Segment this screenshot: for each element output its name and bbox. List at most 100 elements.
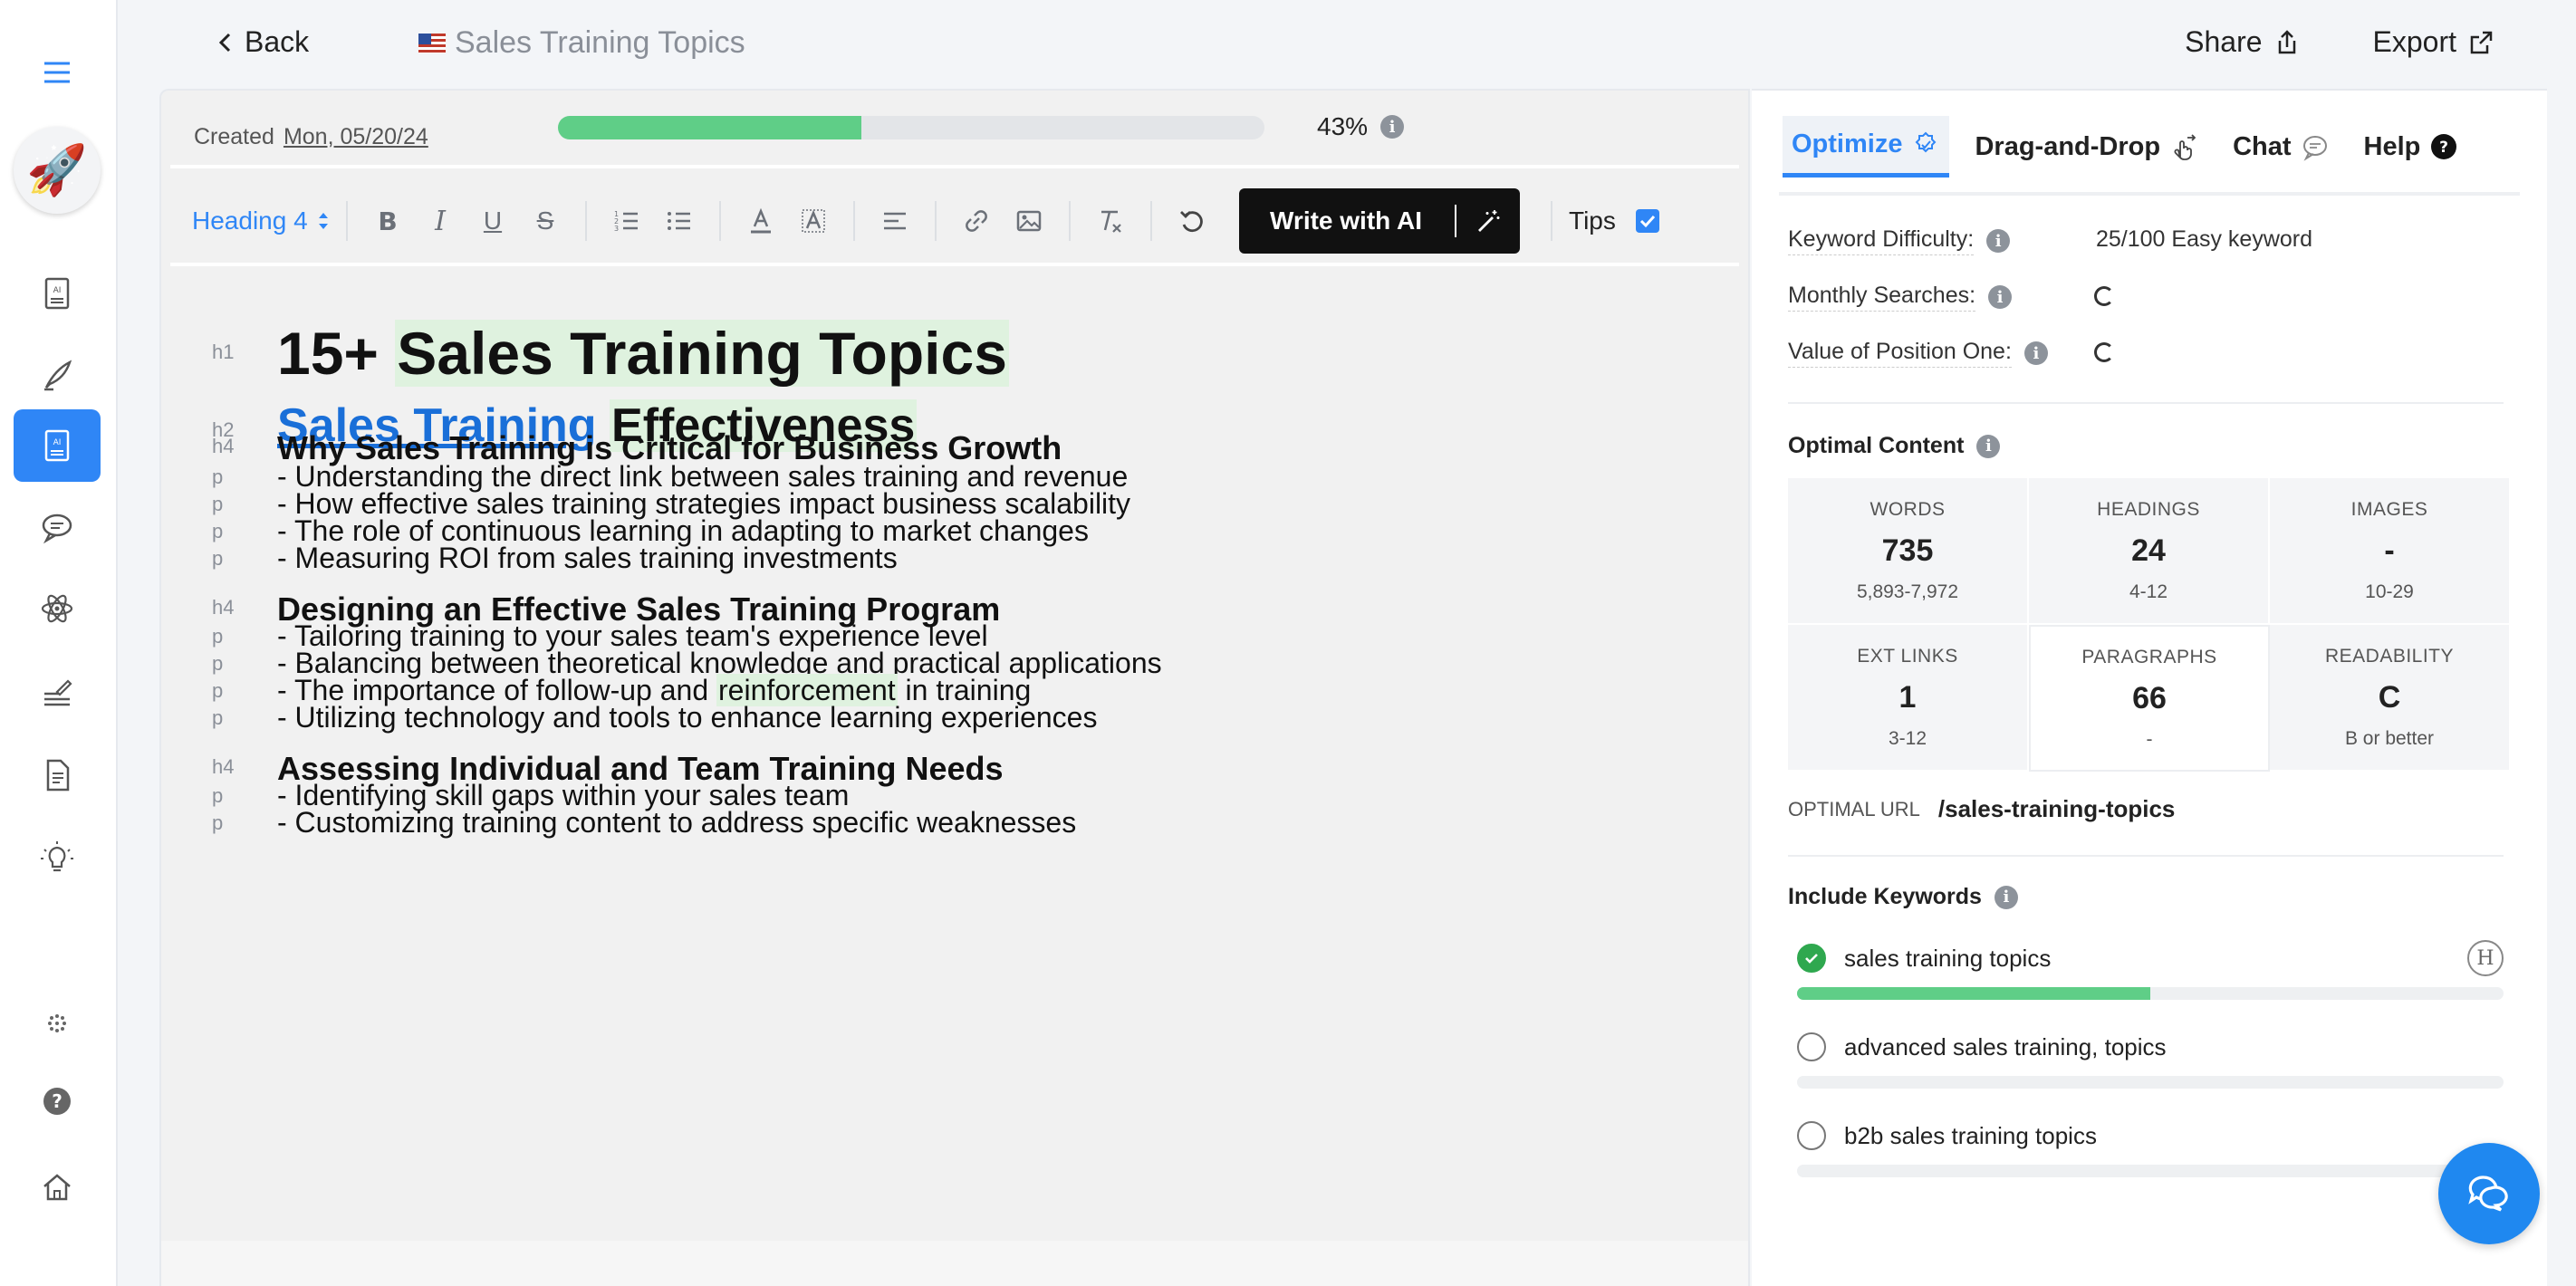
tips-checkbox[interactable] (1635, 209, 1659, 233)
tab-help[interactable]: Help ? (2355, 116, 2468, 178)
clear-format-icon[interactable] (1096, 206, 1125, 235)
ordered-list-icon[interactable]: 123 (612, 206, 641, 235)
tips-toggle[interactable]: Tips (1551, 201, 1659, 241)
keyword-item[interactable]: advanced sales training, topics (1797, 1029, 2504, 1089)
undo-icon[interactable] (1177, 206, 1206, 235)
info-icon[interactable]: i (1976, 434, 2001, 458)
metric-value: C (2378, 679, 2401, 715)
created-date[interactable]: Mon, 05/20/24 (284, 124, 428, 150)
tab-optimize[interactable]: Optimize (1783, 116, 1950, 178)
help-icon: ? (2431, 134, 2457, 159)
block-tag-label: p (212, 652, 224, 675)
menu-icon[interactable] (14, 36, 101, 109)
keyword-text: sales training topics (1844, 944, 2052, 972)
created-label: Created (194, 123, 274, 149)
highlight-color-icon[interactable] (799, 206, 828, 235)
document-title: Sales Training Topics (418, 25, 745, 61)
bullet-list-icon[interactable] (665, 206, 694, 235)
paragraph-text: - Measuring ROI from sales training inve… (277, 542, 898, 574)
home-icon[interactable] (14, 1150, 101, 1223)
panel-tabs: Optimize Drag-and-Drop Chat Help ? (1783, 116, 2547, 178)
keyword-progress (1797, 1165, 2504, 1177)
text-segment: 15+ (277, 320, 396, 387)
link-icon[interactable] (962, 206, 991, 235)
heading-badge-icon: H (2467, 940, 2504, 976)
editor-panel: Created Mon, 05/20/24 43% i Heading 4 B … (159, 89, 1750, 1286)
chat-bubbles-icon[interactable] (14, 491, 101, 563)
info-icon[interactable]: i (2023, 341, 2048, 365)
info-icon[interactable]: i (1380, 115, 1405, 139)
chat-support-button[interactable] (2438, 1143, 2540, 1244)
metric-value: 66 (2132, 680, 2167, 715)
align-icon[interactable] (880, 206, 909, 235)
image-icon[interactable] (1014, 206, 1043, 235)
top-bar: Back Sales Training Topics Share Export (118, 0, 2576, 89)
keyword-difficulty-value: 25/100 Easy keyword (2096, 226, 2313, 252)
content-score-progress (558, 116, 1264, 139)
optimization-panel: Optimize Drag-and-Drop Chat Help ? Keywo… (1752, 89, 2547, 1286)
ai-document-icon[interactable]: AI (14, 257, 101, 330)
metric-range: 3-12 (1888, 727, 1927, 749)
heading-select[interactable]: Heading 4 (192, 206, 346, 235)
monthly-searches: Monthly Searches: i (1788, 283, 2013, 312)
metric-label: READABILITY (2324, 645, 2455, 667)
keyword-text: advanced sales training, topics (1844, 1032, 2167, 1060)
metric-ext-links: EXT LINKS 1 3-12 (1788, 625, 2029, 772)
keyword-progress (1797, 1076, 2504, 1089)
quill-icon[interactable] (14, 339, 101, 411)
keyword-item[interactable]: b2b sales training topics (1797, 1118, 2504, 1177)
tab-chat[interactable]: Chat (2224, 116, 2338, 178)
share-label: Share (2185, 25, 2263, 58)
ai-editor-icon[interactable]: AI (14, 409, 101, 482)
divider (1788, 402, 2504, 404)
export-label: Export (2372, 25, 2456, 58)
block-tag-label: p (212, 811, 224, 834)
document-list-icon[interactable] (14, 739, 101, 811)
edit-lines-icon[interactable] (14, 656, 101, 728)
block-tag-label: h4 (212, 596, 235, 619)
value-of-position-one-label: Value of Position One: (1788, 339, 2012, 368)
write-with-ai-label: Write with AI (1239, 205, 1456, 237)
keyword-difficulty-label: Keyword Difficulty: (1788, 226, 1975, 255)
block-tag-label: p (212, 520, 224, 542)
back-button[interactable]: Back (216, 25, 309, 59)
underline-icon[interactable]: U (478, 206, 507, 235)
editor-content[interactable]: h1 15+ Sales Training Topics h2 Sales Train… (161, 266, 1748, 1286)
block-tag-label: p (212, 784, 224, 807)
tips-label: Tips (1569, 206, 1616, 235)
metric-range: 4-12 (2129, 581, 2168, 602)
divider (1779, 192, 2520, 196)
bold-icon[interactable]: B (373, 206, 402, 236)
svg-text:?: ? (52, 1090, 62, 1112)
strikethrough-icon[interactable]: S (531, 206, 560, 235)
heading-text: 15+ Sales Training Topics (277, 319, 1009, 388)
lightbulb-icon[interactable] (14, 822, 101, 895)
help-circle-icon[interactable]: ? (14, 1065, 101, 1137)
editor-bottom-strip (161, 1241, 1748, 1286)
keyword-progress-fill (1797, 987, 2150, 1000)
heading-select-value: Heading 4 (192, 206, 308, 235)
rocket-logo-icon[interactable]: 🚀 (14, 127, 101, 214)
info-icon[interactable]: i (1994, 885, 2018, 909)
italic-icon[interactable]: I (426, 206, 455, 237)
block-tag-label: h4 (212, 755, 235, 778)
export-button[interactable]: Export (2373, 25, 2494, 59)
svg-text:3: 3 (614, 225, 619, 233)
block-tag-label: p (212, 706, 224, 729)
include-keywords-label: Include Keywords (1788, 884, 1982, 909)
keyword-item[interactable]: sales training topics H (1797, 940, 2504, 1000)
metric-range: 5,893-7,972 (1856, 581, 1959, 602)
optimal-url: OPTIMAL URL /sales-training-topics (1788, 795, 2175, 823)
info-icon[interactable]: i (1988, 285, 2013, 309)
atom-icon[interactable] (14, 572, 101, 645)
info-icon[interactable]: i (1986, 229, 2011, 253)
dots-grid-icon[interactable] (14, 987, 101, 1060)
loading-spinner-icon (2094, 286, 2114, 306)
tab-drag-and-drop[interactable]: Drag-and-Drop (1966, 116, 2207, 178)
share-button[interactable]: Share (2185, 25, 2300, 59)
write-with-ai-button[interactable]: Write with AI (1239, 188, 1520, 254)
block-tag-label: h1 (212, 341, 235, 363)
divider (170, 165, 1739, 168)
metric-range: 10-29 (2365, 581, 2414, 602)
text-color-icon[interactable] (746, 206, 775, 235)
